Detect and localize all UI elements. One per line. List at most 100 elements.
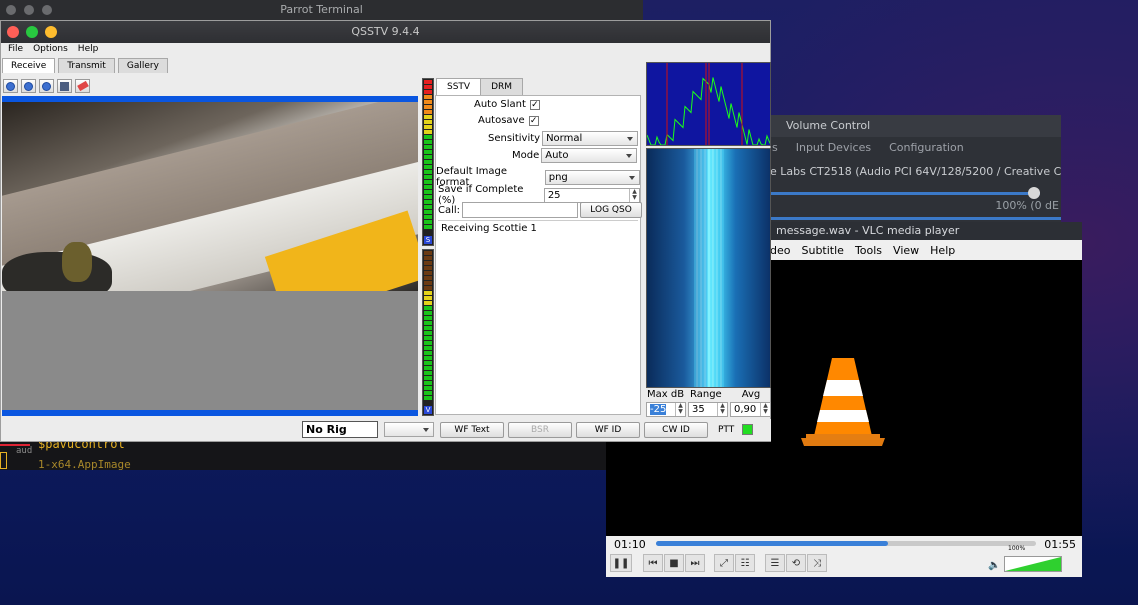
mode-select[interactable]: Auto <box>541 148 638 163</box>
spin-arrows-icon[interactable]: ▲ ▼ <box>675 403 685 416</box>
tab-drm[interactable]: DRM <box>480 78 524 95</box>
meter-segment <box>424 276 432 280</box>
tab-output-devices[interactable]: s <box>772 137 778 159</box>
shuffle-button[interactable]: ⤨ <box>807 554 827 572</box>
main-tabs: Receive Transmit Gallery <box>2 58 168 73</box>
tab-input-devices[interactable]: Input Devices <box>796 137 871 159</box>
meter-segment <box>424 286 432 290</box>
speaker-icon[interactable]: 🔈 <box>988 560 1000 571</box>
minimize-dot-icon[interactable] <box>24 5 34 15</box>
spin-arrows-icon[interactable]: ▲ ▼ <box>760 403 770 416</box>
tab-configuration[interactable]: Configuration <box>889 137 964 159</box>
rig-select[interactable] <box>384 422 434 437</box>
loop-icon: ⟲ <box>791 557 801 569</box>
save-complete-spinbox[interactable]: 25 ▲ ▼ <box>543 187 640 203</box>
side-tabs: SSTV DRM <box>436 78 524 95</box>
wf-id-button[interactable]: WF ID <box>576 422 640 438</box>
qsstv-window[interactable]: QSSTV 9.4.4 File Options Help Receive Tr… <box>0 20 771 442</box>
meter-segment <box>424 256 432 260</box>
close-icon[interactable] <box>7 26 19 38</box>
meter-segment <box>424 311 432 315</box>
auto-slant-checkbox[interactable]: ✓ <box>529 99 540 110</box>
save-button[interactable] <box>57 79 72 93</box>
erase-button[interactable] <box>75 79 90 93</box>
volume-control-title: Volume Control <box>770 115 1061 137</box>
avg-spinbox[interactable]: 0,90 ▲ ▼ <box>730 402 771 417</box>
range-spinbox[interactable]: 35 ▲ ▼ <box>688 402 728 417</box>
spin-arrows-icon[interactable]: ▲ ▼ <box>629 188 639 202</box>
volume-slider[interactable] <box>770 192 1040 195</box>
meter-segment <box>424 261 432 265</box>
menu-file[interactable]: File <box>3 43 28 58</box>
menu-help[interactable]: Help <box>73 43 104 58</box>
previous-icon: ⏮ <box>648 557 658 569</box>
log-qso-button[interactable]: LOG QSO <box>580 202 643 218</box>
qsstv-menubar: File Options Help <box>1 43 770 58</box>
minimize-icon[interactable] <box>45 26 57 38</box>
qsstv-titlebar[interactable]: QSSTV 9.4.4 <box>1 21 770 43</box>
qsstv-title: QSSTV 9.4.4 <box>351 25 420 38</box>
restart-button[interactable] <box>39 79 54 93</box>
terminal-window-controls[interactable] <box>6 5 52 15</box>
stop-button[interactable]: ■ <box>664 554 684 572</box>
wf-text-button[interactable]: WF Text <box>440 422 504 438</box>
menu-options[interactable]: Options <box>28 43 73 58</box>
call-input[interactable] <box>462 202 579 218</box>
meter-segment <box>424 180 432 184</box>
cw-id-button[interactable]: CW ID <box>644 422 708 438</box>
qsstv-window-controls[interactable] <box>7 26 57 38</box>
seek-bar[interactable] <box>656 541 1036 546</box>
extended-settings-button[interactable]: ☷ <box>735 554 755 572</box>
stop-icon <box>24 81 33 91</box>
menu-subtitle[interactable]: Subtitle <box>801 244 843 257</box>
menu-tools[interactable]: Tools <box>855 244 882 257</box>
sensitivity-select[interactable]: Normal <box>542 131 639 146</box>
eraser-icon <box>76 80 89 92</box>
maximize-icon[interactable] <box>26 26 38 38</box>
menu-video[interactable]: deo <box>770 244 790 257</box>
tab-transmit[interactable]: Transmit <box>58 58 115 73</box>
spectrum-display <box>646 62 771 146</box>
ptt-indicator[interactable] <box>742 424 753 435</box>
equalizer-icon: ☷ <box>740 557 750 569</box>
volume-slider-handle[interactable] <box>1028 187 1040 199</box>
status-bar: No Rig WF Text BSR WF ID CW ID PTT <box>2 419 771 441</box>
meter-segment <box>424 301 432 305</box>
stop-button[interactable] <box>21 79 36 93</box>
next-icon: ⏭ <box>690 557 700 569</box>
close-dot-icon[interactable] <box>6 5 16 15</box>
meter-segment <box>424 266 432 270</box>
max-db-spinbox[interactable]: -25 ▲ ▼ <box>646 402 686 417</box>
meter-label-v: V <box>424 406 432 414</box>
meter-segment <box>424 396 432 400</box>
pause-button[interactable]: ❚❚ <box>610 554 632 572</box>
autosave-checkbox[interactable]: ✓ <box>528 115 539 126</box>
image-format-select[interactable]: png <box>544 169 640 185</box>
menu-view[interactable]: View <box>893 244 919 257</box>
max-db-value: -25 <box>650 404 667 415</box>
start-button[interactable] <box>3 79 18 93</box>
next-button[interactable]: ⏭ <box>685 554 705 572</box>
previous-button[interactable]: ⏮ <box>643 554 663 572</box>
terminal-titlebar[interactable]: Parrot Terminal <box>0 0 643 20</box>
playlist-button[interactable]: ☰ <box>765 554 785 572</box>
menu-help[interactable]: Help <box>930 244 955 257</box>
meter-segment <box>424 381 432 385</box>
bsr-button[interactable]: BSR <box>508 422 572 438</box>
image-bottom-bar <box>2 410 418 416</box>
maximize-dot-icon[interactable] <box>42 5 52 15</box>
meter-segment <box>424 195 432 199</box>
volume-control-window[interactable]: Volume Control s Input Devices Configura… <box>770 115 1061 225</box>
fullscreen-button[interactable]: ⤢ <box>714 554 734 572</box>
tab-sstv[interactable]: SSTV <box>436 78 482 95</box>
received-image-pane <box>2 96 418 416</box>
tab-receive[interactable]: Receive <box>2 58 56 73</box>
meter-segment <box>424 175 432 179</box>
vlc-volume-slider[interactable] <box>1004 556 1062 572</box>
meter-segment <box>424 100 432 104</box>
spin-arrows-icon[interactable]: ▲ ▼ <box>717 403 727 416</box>
meter-segment <box>424 215 432 219</box>
loop-button[interactable]: ⟲ <box>786 554 806 572</box>
meter-segment <box>424 120 432 124</box>
tab-gallery[interactable]: Gallery <box>117 58 168 73</box>
